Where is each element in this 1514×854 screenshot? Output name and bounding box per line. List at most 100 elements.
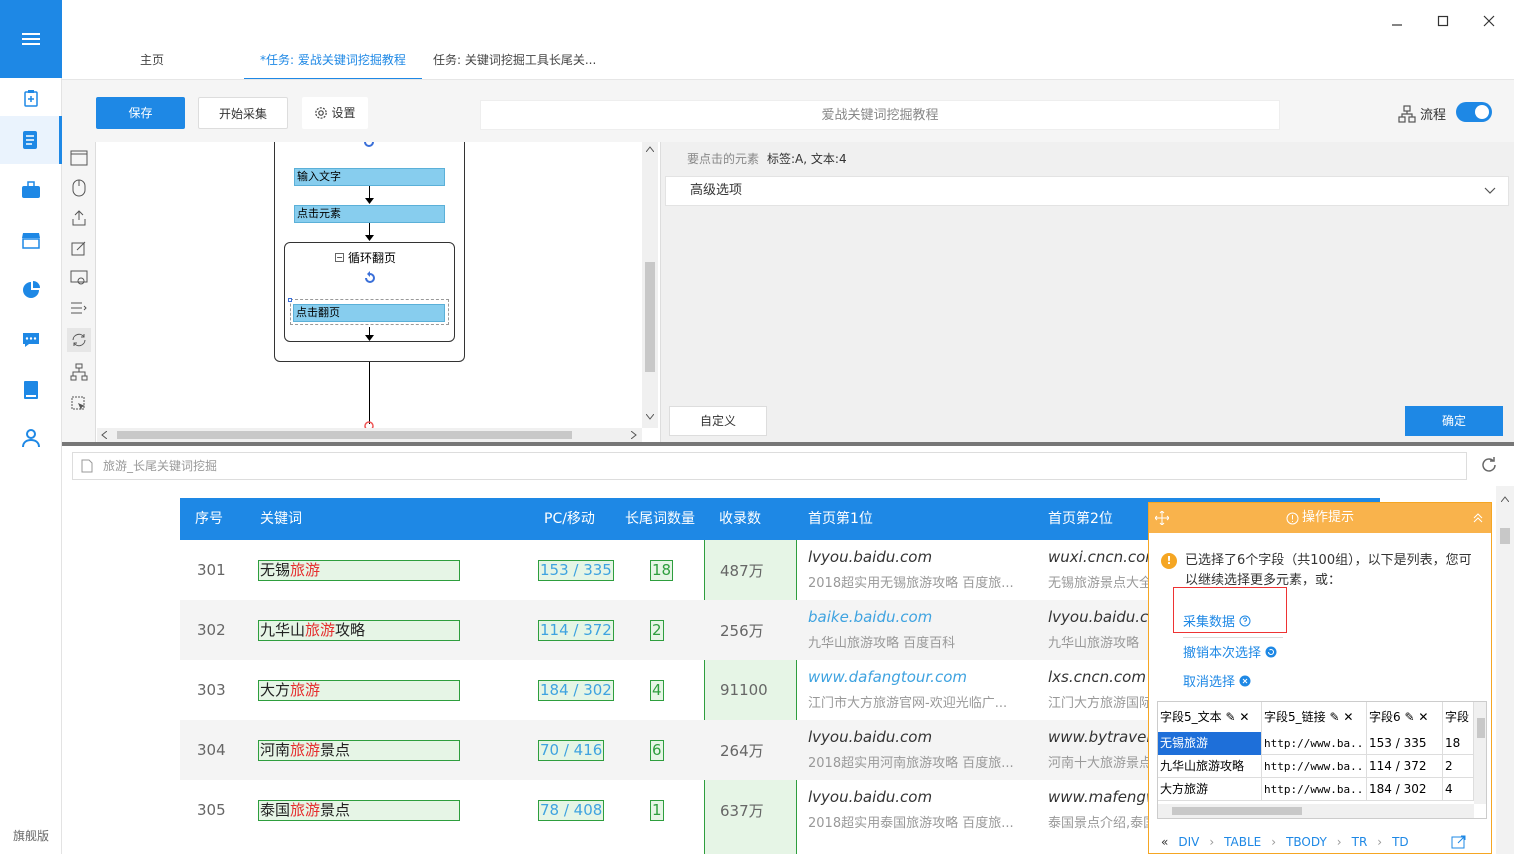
panel-splitter[interactable] xyxy=(62,442,1514,446)
menu-button[interactable] xyxy=(0,0,62,78)
longtail-count[interactable]: 18 xyxy=(650,559,674,581)
preview-col-header[interactable]: 字段5_文本 ✎ ✕ xyxy=(1158,702,1262,732)
canvas-horizontal-scrollbar[interactable] xyxy=(97,428,642,442)
flow-toggle[interactable] xyxy=(1456,102,1492,122)
scroll-thumb[interactable] xyxy=(1477,718,1485,738)
undo-selection-link[interactable]: 撤销本次选择 xyxy=(1183,642,1277,661)
tool-extract[interactable] xyxy=(67,206,91,230)
path-item[interactable]: TBODY xyxy=(1286,835,1327,849)
path-item[interactable]: TR xyxy=(1352,835,1368,849)
preview-row[interactable]: 大方旅游 http://www.ba... 184 / 302 4 xyxy=(1158,778,1474,801)
browser-address-bar[interactable]: 旅游_长尾关键词挖掘 xyxy=(72,452,1467,480)
rank1-site[interactable]: lvyou.baidu.com xyxy=(808,788,932,806)
rank1-site[interactable]: lvyou.baidu.com xyxy=(808,728,932,746)
pc-mobile-link[interactable]: 70 / 416 xyxy=(538,739,605,761)
node-input-text[interactable]: 输入文字 xyxy=(294,168,445,186)
path-item[interactable]: DIV xyxy=(1178,835,1199,849)
path-item[interactable]: TABLE xyxy=(1224,835,1261,849)
longtail-count[interactable]: 4 xyxy=(650,679,664,701)
node-click-element[interactable]: 点击元素 xyxy=(294,205,445,223)
preview-vertical-scrollbar[interactable] xyxy=(1474,702,1486,804)
tool-branch[interactable] xyxy=(67,360,91,384)
cancel-selection-link[interactable]: 取消选择 xyxy=(1183,671,1251,690)
tool-input[interactable] xyxy=(67,236,91,260)
settings-button[interactable]: 设置 xyxy=(302,97,368,129)
scroll-thumb[interactable] xyxy=(1500,528,1510,544)
sidebar-item-new-task[interactable] xyxy=(0,74,62,122)
preview-horizontal-scrollbar[interactable] xyxy=(1158,804,1474,818)
tool-loop[interactable] xyxy=(67,328,91,352)
scroll-thumb[interactable] xyxy=(117,431,572,439)
keyword-cell[interactable]: 无锡旅游 xyxy=(258,559,460,581)
scroll-thumb[interactable] xyxy=(1172,807,1302,815)
rank2-site[interactable]: lxs.cncn.com xyxy=(1048,668,1146,686)
tool-open-page[interactable] xyxy=(67,146,91,170)
rank1-site[interactable]: baike.baidu.com xyxy=(808,608,932,626)
double-chevron-left-icon[interactable]: « xyxy=(1161,835,1168,849)
close-button[interactable] xyxy=(1474,10,1504,32)
preview-row[interactable]: 九华山旅游攻略 http://www.ba... 114 / 372 2 xyxy=(1158,755,1474,778)
scroll-up-icon[interactable] xyxy=(1501,496,1509,502)
longtail-count[interactable]: 1 xyxy=(650,799,664,821)
pc-mobile-link[interactable]: 114 / 372 xyxy=(538,619,614,641)
tab-home[interactable]: 主页 xyxy=(124,48,180,80)
loop-pagination-box[interactable]: − 循环翻页 点击翻页 xyxy=(284,242,455,342)
edit-pencil-icon[interactable]: ✎ xyxy=(1225,710,1235,724)
delete-x-icon[interactable]: ✕ xyxy=(1343,710,1353,724)
save-button[interactable]: 保存 xyxy=(96,97,185,129)
web-vertical-scrollbar[interactable] xyxy=(1496,486,1514,854)
scroll-thumb[interactable] xyxy=(645,262,655,372)
longtail-count[interactable]: 6 xyxy=(650,739,664,761)
sidebar-item-stats[interactable] xyxy=(0,266,62,314)
delete-x-icon[interactable]: ✕ xyxy=(1418,710,1428,724)
preview-row[interactable]: 无锡旅游 http://www.ba... 153 / 335 18 xyxy=(1158,732,1474,755)
keyword-cell[interactable]: 九华山旅游攻略 xyxy=(258,619,460,641)
pc-mobile-link[interactable]: 78 / 408 xyxy=(538,799,605,821)
tips-header[interactable]: 操作提示 xyxy=(1149,503,1491,533)
path-item[interactable]: TD xyxy=(1392,835,1409,849)
pc-mobile-link[interactable]: 153 / 335 xyxy=(538,559,614,581)
scroll-down-icon[interactable] xyxy=(646,414,654,420)
collapse-icon[interactable]: − xyxy=(335,253,344,262)
sidebar-item-account[interactable] xyxy=(0,414,62,462)
move-icon[interactable] xyxy=(1155,511,1169,525)
sidebar-item-jobs[interactable] xyxy=(0,166,62,214)
pc-mobile-link[interactable]: 184 / 302 xyxy=(538,679,614,701)
tab-other-task[interactable]: 任务: 关键词挖掘工具长尾关... xyxy=(417,48,612,80)
workflow-canvas[interactable]: 输入文字 点击元素 − 循环翻页 点击翻页 xyxy=(97,142,642,428)
tool-click[interactable] xyxy=(67,176,91,200)
scroll-right-icon[interactable] xyxy=(631,431,637,439)
custom-button[interactable]: 自定义 xyxy=(669,406,767,436)
tool-captcha[interactable] xyxy=(67,266,91,290)
preview-col-header[interactable]: 字段6 ✎ ✕ xyxy=(1367,702,1443,732)
confirm-button[interactable]: 确定 xyxy=(1405,406,1503,436)
canvas-vertical-scrollbar[interactable] xyxy=(642,142,658,428)
edit-pencil-icon[interactable]: ✎ xyxy=(1404,710,1414,724)
minimize-button[interactable] xyxy=(1382,10,1412,32)
collapse-up-icon[interactable] xyxy=(1473,513,1483,523)
maximize-button[interactable] xyxy=(1428,10,1458,32)
tab-current-task[interactable]: *任务: 爱战关键词挖掘教程 xyxy=(244,48,422,80)
scroll-up-icon[interactable] xyxy=(646,146,654,152)
keyword-cell[interactable]: 泰国旅游景点 xyxy=(258,799,460,821)
keyword-cell[interactable]: 河南旅游景点 xyxy=(258,739,460,761)
tool-mouseover[interactable] xyxy=(67,392,91,416)
preview-col-header[interactable]: 字段5_链接 ✎ ✕ xyxy=(1262,702,1367,732)
start-collect-button[interactable]: 开始采集 xyxy=(198,97,288,129)
tool-select[interactable] xyxy=(67,296,91,320)
refresh-icon[interactable] xyxy=(1480,456,1498,474)
scroll-left-icon[interactable] xyxy=(101,431,107,439)
open-external-icon[interactable] xyxy=(1451,835,1467,849)
delete-x-icon[interactable]: ✕ xyxy=(1239,710,1249,724)
edit-pencil-icon[interactable]: ✎ xyxy=(1329,710,1339,724)
longtail-count[interactable]: 2 xyxy=(650,619,664,641)
sidebar-item-messages[interactable] xyxy=(0,316,62,364)
node-click-next-page[interactable]: 点击翻页 xyxy=(293,304,445,322)
field-preview-table[interactable]: 字段5_文本 ✎ ✕ 字段5_链接 ✎ ✕ 字段6 ✎ ✕ 字段 无锡旅游 htt… xyxy=(1157,701,1487,819)
rank1-site[interactable]: lvyou.baidu.com xyxy=(808,548,932,566)
rank1-site[interactable]: www.dafangtour.com xyxy=(808,668,967,686)
sidebar-item-tasks[interactable] xyxy=(0,116,62,164)
collect-data-link[interactable]: 采集数据 xyxy=(1183,611,1251,630)
advanced-options-header[interactable]: 高级选项 xyxy=(665,176,1509,206)
sidebar-item-tutorials[interactable] xyxy=(0,366,62,414)
